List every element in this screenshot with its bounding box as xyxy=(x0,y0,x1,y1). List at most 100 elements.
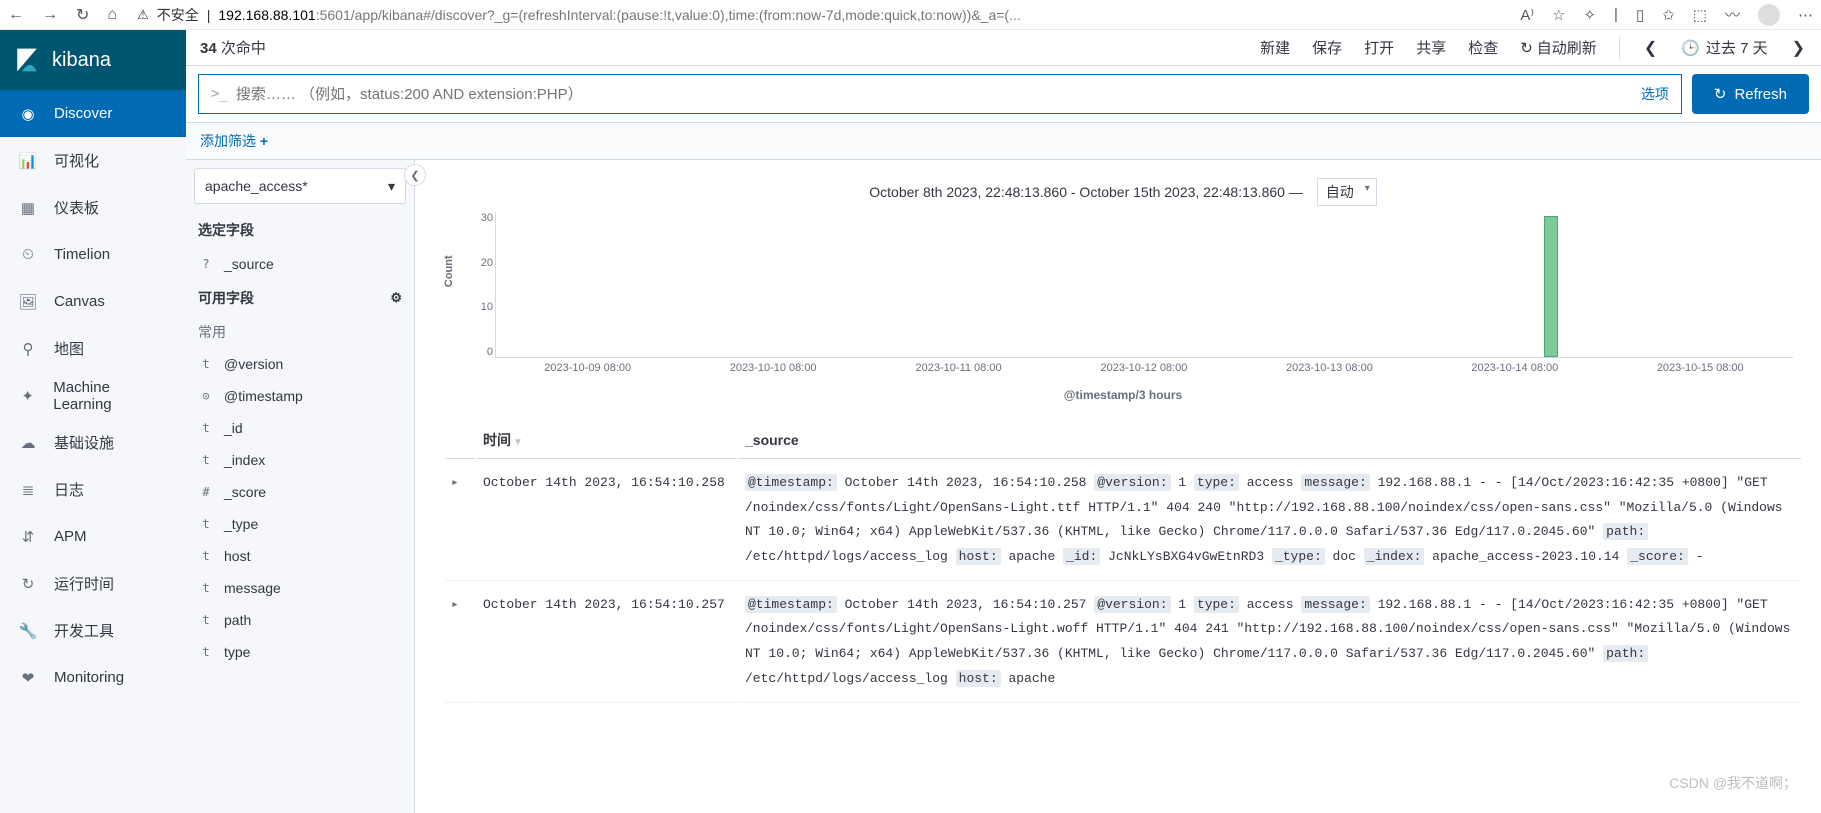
left-navigation: kibana ◉Discover📊可视化▦仪表板⏲Timelion🖼Canvas… xyxy=(0,30,186,813)
forward-icon[interactable]: → xyxy=(42,6,58,24)
refresh-button[interactable]: ↻ Refresh xyxy=(1692,74,1809,114)
apm-icon: ⇵ xyxy=(18,528,38,546)
interval-select[interactable]: 自动 xyxy=(1317,178,1377,206)
insecure-label: 不安全 xyxy=(157,5,199,25)
profile-avatar-icon[interactable] xyxy=(1758,4,1780,26)
doc-source: @timestamp: October 14th 2023, 16:54:10.… xyxy=(739,461,1801,581)
app-icon[interactable]: ⬚ xyxy=(1693,6,1707,24)
field-score[interactable]: #_score xyxy=(186,476,414,508)
field-index[interactable]: t_index xyxy=(186,444,414,476)
extensions-icon[interactable]: ✧ xyxy=(1583,6,1596,24)
collections-icon[interactable]: ▯ xyxy=(1636,6,1644,24)
field-type[interactable]: t_type xyxy=(186,508,414,540)
auto-refresh-button[interactable]: ↻自动刷新 xyxy=(1520,37,1597,58)
save-button[interactable]: 保存 xyxy=(1312,37,1342,58)
nav-item-canvas[interactable]: 🖼Canvas xyxy=(0,278,186,325)
infra-icon: ☁ xyxy=(18,434,38,452)
nav-item-apm[interactable]: ⇵APM xyxy=(0,513,186,560)
field-type[interactable]: ttype xyxy=(186,636,414,668)
home-icon[interactable]: ⌂ xyxy=(107,6,117,24)
query-options-link[interactable]: 选项 xyxy=(1641,84,1669,104)
doc-time: October 14th 2023, 16:54:10.258 xyxy=(477,461,737,581)
more-icon[interactable]: ⋯ xyxy=(1798,6,1813,24)
prompt-icon: >_ xyxy=(211,86,228,102)
logs-icon: ≣ xyxy=(18,481,38,499)
nav-item-infra[interactable]: ☁基础设施 xyxy=(0,419,186,466)
documents-table: 时间▼ _source ▸October 14th 2023, 16:54:10… xyxy=(443,420,1803,705)
clock-icon: 🕒 xyxy=(1681,39,1700,57)
maps-icon: ⚲ xyxy=(18,340,38,358)
refresh-icon: ↻ xyxy=(1714,85,1727,103)
address-bar[interactable]: ⚠ 不安全 | 192.168.88.101:5601/app/kibana#/… xyxy=(131,5,1506,25)
canvas-icon: 🖼 xyxy=(18,293,38,311)
url-text: 192.168.88.101:5601/app/kibana#/discover… xyxy=(218,7,1020,23)
gear-icon[interactable]: ⚙ xyxy=(390,290,402,306)
refresh-icon: ↻ xyxy=(1520,39,1533,57)
nav-item-logs[interactable]: ≣日志 xyxy=(0,466,186,513)
nav-item-ml[interactable]: ✦Machine Learning xyxy=(0,372,186,419)
add-filter-button[interactable]: 添加筛选 + xyxy=(200,133,268,149)
brand-header[interactable]: kibana xyxy=(0,30,186,90)
favorite-icon[interactable]: ☆ xyxy=(1552,6,1565,24)
nav-item-dashboard[interactable]: ▦仪表板 xyxy=(0,184,186,231)
kibana-logo-icon xyxy=(14,47,40,73)
fields-sidebar: apache_access* ▾ 选定字段 ? _source 可用字段 ⚙ 常… xyxy=(186,160,415,813)
dashboard-icon: ▦ xyxy=(18,199,38,217)
histogram-bar[interactable] xyxy=(1544,216,1558,357)
nav-item-timelion[interactable]: ⏲Timelion xyxy=(0,231,186,278)
heartbeat-icon[interactable]: 〰 xyxy=(1725,4,1740,25)
query-bar[interactable]: >_ 选项 xyxy=(198,74,1682,114)
back-icon[interactable]: ← xyxy=(8,6,24,24)
field-message[interactable]: tmessage xyxy=(186,572,414,604)
field-timestamp[interactable]: ⊙@timestamp xyxy=(186,380,414,412)
time-next-icon[interactable]: ❯ xyxy=(1790,38,1807,58)
time-prev-icon[interactable]: ❮ xyxy=(1642,38,1659,58)
expand-row-icon[interactable]: ▸ xyxy=(445,461,475,581)
uptime-icon: ↻ xyxy=(18,575,38,593)
field-version[interactable]: t@version xyxy=(186,348,414,380)
reload-icon[interactable]: ↻ xyxy=(76,5,89,25)
nav-item-visualize[interactable]: 📊可视化 xyxy=(0,137,186,184)
field-host[interactable]: thost xyxy=(186,540,414,572)
search-input[interactable] xyxy=(236,86,1641,103)
field-source[interactable]: ? _source xyxy=(186,248,414,280)
histogram-chart[interactable]: Count 3020100 2023-10-09 08:002023-10-10… xyxy=(495,212,1793,382)
open-button[interactable]: 打开 xyxy=(1364,37,1394,58)
inspect-button[interactable]: 检查 xyxy=(1468,37,1498,58)
table-row: ▸October 14th 2023, 16:54:10.258@timesta… xyxy=(445,461,1801,581)
insecure-icon: ⚠ xyxy=(137,7,149,23)
source-column-header[interactable]: _source xyxy=(739,422,1801,459)
nav-item-monitoring[interactable]: ❤Monitoring xyxy=(0,654,186,701)
share-button[interactable]: 共享 xyxy=(1416,37,1446,58)
index-pattern-select[interactable]: apache_access* ▾ xyxy=(194,168,406,204)
field-path[interactable]: tpath xyxy=(186,604,414,636)
nav-item-uptime[interactable]: ↻运行时间 xyxy=(0,560,186,607)
collapse-sidebar-icon[interactable]: ❮ xyxy=(404,164,426,186)
time-column-header[interactable]: 时间▼ xyxy=(477,422,737,459)
selected-fields-header: 选定字段 xyxy=(186,212,414,248)
hit-count: 34 次命中 xyxy=(200,37,266,58)
time-picker[interactable]: 🕒过去 7 天 xyxy=(1681,37,1767,58)
x-axis-ticks: 2023-10-09 08:002023-10-10 08:002023-10-… xyxy=(495,362,1793,382)
discover-icon: ◉ xyxy=(18,105,38,123)
y-axis-ticks: 3020100 xyxy=(469,212,493,358)
ml-icon: ✦ xyxy=(18,387,37,405)
nav-item-discover[interactable]: ◉Discover xyxy=(0,90,186,137)
visualize-icon: 📊 xyxy=(18,152,38,170)
x-axis-label: @timestamp/3 hours xyxy=(443,388,1803,402)
read-aloud-icon[interactable]: A⁾ xyxy=(1520,6,1534,24)
histogram-header: October 8th 2023, 22:48:13.860 - October… xyxy=(443,168,1803,212)
doc-source: @timestamp: October 14th 2023, 16:54:10.… xyxy=(739,583,1801,703)
field-id[interactable]: t_id xyxy=(186,412,414,444)
favorites-bar-icon[interactable]: ✩ xyxy=(1662,6,1675,24)
available-fields-header: 可用字段 ⚙ xyxy=(186,280,414,316)
expand-row-icon[interactable]: ▸ xyxy=(445,583,475,703)
devtools-icon: 🔧 xyxy=(18,622,38,640)
sort-desc-icon: ▼ xyxy=(513,437,523,448)
nav-item-devtools[interactable]: 🔧开发工具 xyxy=(0,607,186,654)
new-button[interactable]: 新建 xyxy=(1260,37,1290,58)
y-axis-label: Count xyxy=(443,255,455,287)
common-fields-label: 常用 xyxy=(186,316,414,348)
nav-item-maps[interactable]: ⚲地图 xyxy=(0,325,186,372)
brand-name: kibana xyxy=(52,49,111,72)
